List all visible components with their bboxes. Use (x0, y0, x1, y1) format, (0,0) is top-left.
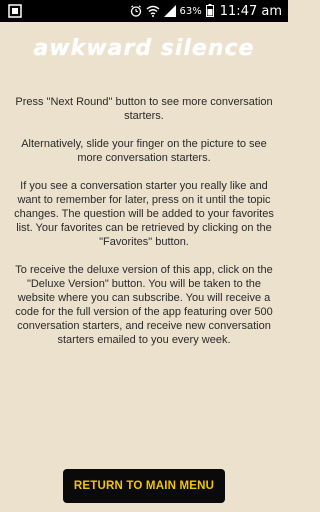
instruction-paragraph: Alternatively, slide your finger on the … (21, 138, 267, 164)
return-to-main-menu-button[interactable]: RETURN TO MAIN MENU (63, 469, 225, 503)
instruction-paragraph: Press "Next Round" button to see more co… (15, 96, 273, 122)
instruction-paragraph: If you see a conversation starter you re… (14, 180, 274, 248)
alarm-icon (130, 2, 142, 21)
notification-icon (8, 3, 22, 18)
instruction-paragraph: To receive the deluxe version of this ap… (15, 264, 273, 346)
wifi-icon (146, 2, 160, 21)
status-bar: 63% 11:47 am (0, 0, 288, 22)
signal-icon (163, 2, 176, 21)
battery-icon (205, 2, 214, 21)
instructions: Press "Next Round" button to see more co… (12, 95, 276, 361)
app-title: awkward silence (33, 36, 255, 61)
battery-percent: 63% (179, 5, 202, 17)
clock: 11:47 am (219, 3, 282, 19)
